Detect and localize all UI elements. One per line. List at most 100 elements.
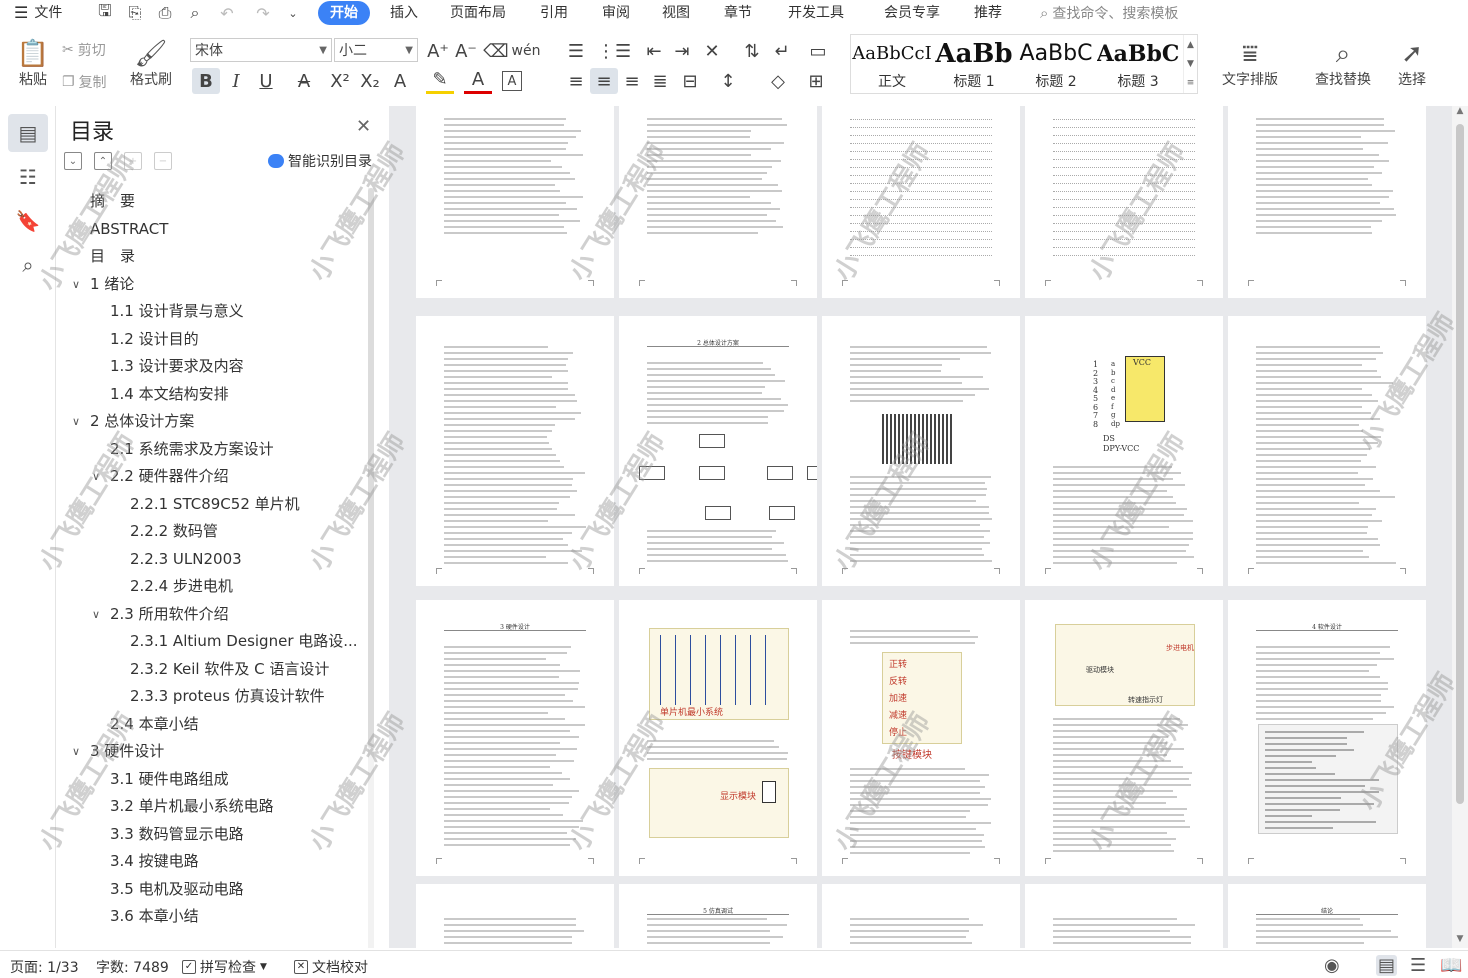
style-gallery-scroll[interactable]: ▲ ▼ ≡ <box>1183 35 1197 93</box>
toc-item[interactable]: 3.4 按键电路 <box>110 848 356 875</box>
tab-6[interactable]: 章节 <box>724 0 752 26</box>
collapse-all-icon[interactable]: ⌃ <box>94 152 112 170</box>
quick-access-dropdown-icon[interactable]: ⌄ <box>280 0 306 26</box>
toc-item[interactable]: 3.6 本章小结 <box>110 903 356 930</box>
bullet-list-icon[interactable]: ☰ <box>562 38 590 64</box>
document-scroll-thumb[interactable] <box>1456 124 1464 804</box>
numbered-list-icon[interactable]: ⋮☰ <box>597 38 631 64</box>
align-left-icon[interactable]: ≡ <box>562 68 590 94</box>
highlight-icon[interactable]: ✎ <box>426 68 454 94</box>
toc-item[interactable]: 2.2.2 数码管 <box>130 518 356 545</box>
toc-item[interactable]: 摘 要 <box>90 188 356 215</box>
sort-icon[interactable]: ⇅ <box>738 38 766 64</box>
toc-item[interactable]: ∨ 2.3 所用软件介绍 <box>92 601 356 628</box>
page-thumbnail[interactable] <box>1025 884 1223 948</box>
page-indicator[interactable]: 页面: 1/33 <box>10 957 79 977</box>
decrease-indent-icon[interactable]: ⇤ <box>640 38 668 64</box>
toc-item[interactable]: 2.3.1 Altium Designer 电路设... <box>130 628 358 655</box>
print-preview-icon[interactable]: ⌕ <box>182 0 208 26</box>
chevron-up-icon[interactable]: ▲ <box>1187 40 1194 50</box>
tab-5[interactable]: 视图 <box>662 0 690 26</box>
increase-indent-icon[interactable]: ⇥ <box>668 38 696 64</box>
shrink-font-icon[interactable]: A⁻ <box>452 38 480 64</box>
export-icon[interactable]: ⎘ <box>122 0 148 26</box>
toc-panel-icon[interactable]: ▤ <box>8 114 48 152</box>
page-thumbnail[interactable]: 步进电机 驱动模块 转速指示灯 <box>1025 600 1223 876</box>
toc-item[interactable]: 3.1 硬件电路组成 <box>110 766 356 793</box>
toc-scrollbar[interactable] <box>368 188 374 948</box>
align-center-icon[interactable]: ≡ <box>590 68 618 94</box>
toc-scroll-thumb[interactable] <box>368 188 374 748</box>
page-view-icon[interactable]: ▤ <box>1376 955 1398 976</box>
format-painter-button[interactable]: 🖌 格式刷 <box>124 32 178 96</box>
page-thumbnail[interactable]: 2 总体设计方案 <box>619 316 817 586</box>
toc-item[interactable]: ∨ 2 总体设计方案 <box>72 408 356 435</box>
page-thumbnail[interactable]: 单片机最小系统 显示模块 <box>619 600 817 876</box>
page-thumbnail[interactable]: 3 硬件设计 <box>416 600 614 876</box>
page-thumbnail[interactable]: 4 软件设计 <box>1228 600 1426 876</box>
style-1[interactable]: AaBb 标题 1 <box>933 35 1015 93</box>
toc-item[interactable]: ABSTRACT <box>90 216 356 243</box>
chevron-down-icon[interactable]: ∨ <box>92 463 100 490</box>
tab-2[interactable]: 页面布局 <box>450 0 506 26</box>
scroll-up-icon[interactable]: ▲ <box>1452 106 1468 120</box>
chevron-down-icon[interactable]: ∨ <box>72 738 80 765</box>
toc-item[interactable]: 1.1 设计背景与意义 <box>110 298 356 325</box>
toc-item[interactable]: 2.2.4 步进电机 <box>130 573 356 600</box>
page-thumbnail[interactable] <box>1228 106 1426 298</box>
redo-icon[interactable]: ↷ <box>250 0 276 26</box>
font-size-select[interactable]: 小二 ▼ <box>334 38 418 62</box>
clear-format-icon[interactable]: ⌫ <box>482 38 510 64</box>
page-thumbnail[interactable] <box>416 884 614 948</box>
pinyin-icon[interactable]: wén <box>512 38 541 64</box>
text-effect-icon[interactable]: A <box>386 68 414 94</box>
toc-item[interactable]: 2.2.3 ULN2003 <box>130 546 356 573</box>
toc-item[interactable]: 1.4 本文结构安排 <box>110 381 356 408</box>
reading-view-icon[interactable]: 📖 <box>1440 955 1462 976</box>
tab-3[interactable]: 引用 <box>540 0 568 26</box>
page-thumbnail[interactable] <box>1025 106 1223 298</box>
font-name-select[interactable]: 宋体 ▼ <box>190 38 332 62</box>
tab-4[interactable]: 审阅 <box>602 0 630 26</box>
line-spacing-icon[interactable]: ↕ <box>714 68 742 94</box>
toc-item[interactable]: ∨ 2.2 硬件器件介绍 <box>92 463 356 490</box>
style-2[interactable]: AaBbC 标题 2 <box>1015 35 1097 93</box>
char-border-icon[interactable]: A <box>502 71 522 91</box>
page-thumbnail[interactable] <box>619 106 817 298</box>
scroll-down-icon[interactable]: ▼ <box>1452 934 1468 948</box>
toc-item[interactable]: 2.3.3 proteus 仿真设计软件 <box>130 683 356 710</box>
chevron-down-icon[interactable]: ∨ <box>72 408 80 435</box>
chevron-down-icon[interactable]: ∨ <box>92 601 100 628</box>
spell-check-button[interactable]: ✓ 拼写检查 ▼ <box>182 957 267 977</box>
toc-item[interactable]: 2.1 系统需求及方案设计 <box>110 436 356 463</box>
strikethrough-icon[interactable]: A <box>290 68 318 94</box>
chapter-nav-icon[interactable]: ☷ <box>8 158 48 196</box>
style-3[interactable]: AaBbC 标题 3 <box>1097 35 1179 93</box>
page-thumbnail[interactable] <box>1228 316 1426 586</box>
italic-icon[interactable]: I <box>222 68 250 94</box>
command-search-input[interactable]: 查找命令、搜索模板 <box>1052 3 1178 23</box>
cut-button[interactable]: ✂ 剪切 <box>62 38 106 62</box>
chevron-down-icon[interactable]: ▼ <box>1187 59 1194 69</box>
tab-8[interactable]: 会员专享 <box>884 0 940 26</box>
save-icon[interactable]: 🖫 <box>92 0 118 26</box>
toc-item[interactable]: ∨ 3 硬件设计 <box>72 738 356 765</box>
page-thumbnail[interactable] <box>822 884 1020 948</box>
toc-item[interactable]: 2.3.2 Keil 软件及 C 语言设计 <box>130 656 356 683</box>
doc-proof-button[interactable]: ✕ 文档校对 <box>294 957 368 977</box>
select-button[interactable]: ➚ 选择 <box>1384 32 1440 96</box>
justify-icon[interactable]: ≣ <box>646 68 674 94</box>
font-color-icon[interactable]: A <box>464 68 492 94</box>
search-icon[interactable]: ⌕ <box>8 246 48 284</box>
toc-item[interactable]: 3.2 单片机最小系统电路 <box>110 793 356 820</box>
page-thumbnail[interactable]: 结论 <box>1228 884 1426 948</box>
file-menu[interactable]: ☰ 文件 <box>14 0 62 26</box>
superscript-icon[interactable]: X² <box>326 68 354 94</box>
page-thumbnail[interactable] <box>416 106 614 298</box>
page-thumbnail[interactable] <box>822 316 1020 586</box>
find-replace-button[interactable]: ⌕ 查找替换 <box>1302 32 1384 96</box>
page-thumbnail[interactable] <box>822 106 1020 298</box>
tab-7[interactable]: 开发工具 <box>788 0 844 26</box>
tab-9[interactable]: 推荐 <box>974 0 1002 26</box>
word-count[interactable]: 字数: 7489 <box>96 957 169 977</box>
